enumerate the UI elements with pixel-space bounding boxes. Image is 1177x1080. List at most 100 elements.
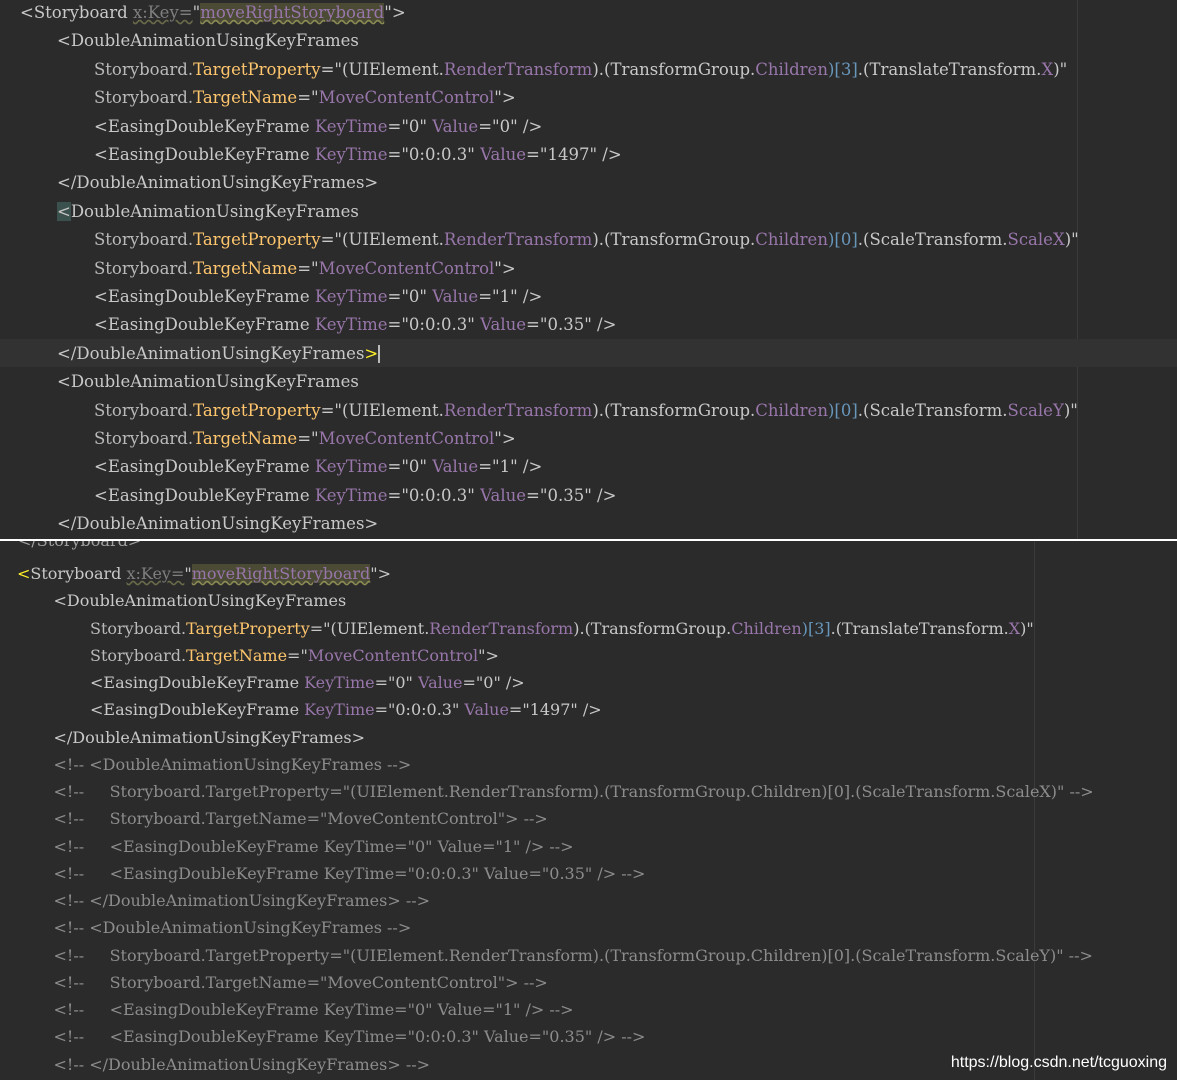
code-line[interactable]: <EasingDoubleKeyFrame KeyTime="0" Value=…	[94, 287, 542, 307]
code-line[interactable]: <EasingDoubleKeyFrame KeyTime="0" Value=…	[94, 457, 542, 477]
code-token: KeyTime	[314, 116, 388, 136]
code-token: KeyTime	[304, 700, 375, 720]
code-token: </DoubleAnimationUsingKeyFrames>	[53, 727, 366, 747]
code-line[interactable]: <!-- <DoubleAnimationUsingKeyFrames -->	[54, 755, 412, 775]
code-token: <DoubleAnimationUsingKeyFrames	[53, 591, 347, 611]
code-token: X	[1041, 59, 1054, 79]
code-token: Storyboard.	[90, 645, 187, 665]
code-line[interactable]: <EasingDoubleKeyFrame KeyTime="0:0:0.3" …	[90, 700, 602, 720]
code-line[interactable]: <DoubleAnimationUsingKeyFrames	[57, 372, 359, 392]
code-token: ">	[370, 564, 391, 583]
code-line[interactable]: <!-- </DoubleAnimationUsingKeyFrames> --…	[54, 1055, 431, 1075]
code-token: ="0:0:0.3"	[387, 315, 481, 335]
watermark: https://blog.csdn.net/tcguoxing	[950, 1054, 1167, 1071]
code-line[interactable]: </DoubleAnimationUsingKeyFrames>	[57, 343, 381, 364]
code-token: ).(TransformGroup.	[592, 230, 756, 250]
code-token: ="	[297, 88, 319, 108]
code-token: TargetName	[193, 88, 298, 108]
code-line[interactable]: <EasingDoubleKeyFrame KeyTime="0" Value=…	[94, 117, 542, 137]
code-token: <EasingDoubleKeyFrame	[94, 116, 315, 136]
code-token: TargetName	[186, 645, 288, 665]
code-line[interactable]: <DoubleAnimationUsingKeyFrames	[57, 31, 359, 51]
code-token: Storyboard.	[90, 618, 187, 638]
code-token: ="0" />	[478, 116, 543, 136]
code-line[interactable]: Storyboard.TargetName="MoveContentContro…	[94, 88, 516, 108]
code-token: Storyboard.	[94, 429, 194, 448]
code-line[interactable]: <!-- Storyboard.TargetProperty="(UIEleme…	[54, 946, 1093, 966]
code-token: KeyTime	[314, 145, 388, 164]
code-line[interactable]: Storyboard.TargetName="MoveContentContro…	[90, 646, 499, 666]
code-token: KeyTime	[314, 485, 388, 505]
code-line[interactable]: <!-- <DoubleAnimationUsingKeyFrames -->	[54, 918, 412, 938]
code-token: Children	[755, 400, 828, 420]
code-token: KeyTime	[314, 315, 388, 335]
code-token: TargetName	[193, 258, 298, 278]
code-line[interactable]: <EasingDoubleKeyFrame KeyTime="0:0:0.3" …	[94, 315, 616, 335]
code-token: )[0]	[827, 230, 858, 250]
code-token: <EasingDoubleKeyFrame	[90, 700, 305, 720]
code-line[interactable]: <!-- <EasingDoubleKeyFrame KeyTime="0:0:…	[54, 1027, 646, 1047]
code-token: Value	[418, 673, 463, 692]
code-token: ="(UIElement.	[320, 230, 444, 250]
code-token: moveRightStoryboard	[191, 564, 371, 583]
code-token: <!-- Storyboard.TargetName="MoveContentC…	[53, 809, 548, 829]
code-line[interactable]: <Storyboard x:Key="moveRightStoryboard">	[20, 3, 406, 23]
code-token: ">	[384, 3, 406, 22]
code-line[interactable]: <!-- <EasingDoubleKeyFrame KeyTime="0:0:…	[54, 864, 646, 884]
code-line[interactable]: Storyboard.TargetProperty="(UIElement.Re…	[94, 60, 1067, 80]
code-line[interactable]: Storyboard.TargetProperty="(UIElement.Re…	[94, 230, 1079, 250]
code-token: <!-- <EasingDoubleKeyFrame KeyTime="0:0:…	[53, 1027, 646, 1047]
code-line[interactable]: Storyboard.TargetName="MoveContentContro…	[94, 429, 516, 449]
code-line[interactable]: </DoubleAnimationUsingKeyFrames>	[57, 514, 378, 534]
code-line[interactable]: <DoubleAnimationUsingKeyFrames	[54, 591, 347, 611]
code-token: Storyboard.	[94, 230, 194, 250]
code-line[interactable]: <DoubleAnimationUsingKeyFrames	[57, 201, 359, 222]
code-token: ="1" />	[478, 287, 543, 306]
code-line[interactable]: Storyboard.TargetProperty="(UIElement.Re…	[94, 401, 1078, 421]
code-token: .(ScaleTransform.	[857, 400, 1008, 420]
code-token: KeyTime	[314, 457, 388, 477]
code-token: .(TranslateTransform.	[857, 59, 1042, 79]
code-token: <	[17, 564, 31, 583]
code-token: ).(TransformGroup.	[592, 400, 756, 420]
code-token: TargetName	[193, 429, 298, 448]
code-token: X	[1008, 618, 1021, 638]
code-token: <EasingDoubleKeyFrame	[94, 145, 315, 164]
code-token: TargetProperty	[193, 59, 321, 79]
code-line[interactable]: <Storyboard x:Key="moveRightStoryboard">	[17, 564, 391, 584]
code-token: <EasingDoubleKeyFrame	[94, 485, 315, 505]
code-editor-bottom[interactable]: </Storyboard> <Storyboard x:Key="moveRig…	[0, 541, 1177, 1080]
code-line[interactable]: <!-- Storyboard.TargetName="MoveContentC…	[54, 809, 548, 829]
code-token: Storyboard.	[94, 258, 194, 278]
code-token: Value	[432, 287, 479, 306]
code-token: )[3]	[827, 59, 858, 79]
code-line[interactable]: <!-- </DoubleAnimationUsingKeyFrames> --…	[54, 891, 431, 911]
code-token: <!-- <EasingDoubleKeyFrame KeyTime="0" V…	[53, 1000, 574, 1019]
code-token: )"	[1020, 618, 1034, 638]
code-line[interactable]: <!-- Storyboard.TargetName="MoveContentC…	[54, 973, 548, 993]
code-line[interactable]: <!-- Storyboard.TargetProperty="(UIEleme…	[54, 782, 1094, 802]
code-token: ="(UIElement.	[320, 59, 444, 79]
code-token: RenderTransform	[429, 618, 574, 638]
code-token: ="	[297, 258, 319, 278]
code-line[interactable]: <!-- <EasingDoubleKeyFrame KeyTime="0" V…	[54, 1000, 574, 1020]
code-line[interactable]: <EasingDoubleKeyFrame KeyTime="0:0:0.3" …	[94, 486, 616, 506]
code-token: </DoubleAnimationUsingKeyFrames>	[57, 514, 379, 534]
code-token: ="	[297, 429, 319, 448]
code-token: ="0:0:0.3"	[387, 145, 481, 164]
code-line[interactable]: <EasingDoubleKeyFrame KeyTime="0" Value=…	[90, 673, 525, 693]
code-line[interactable]: Storyboard.TargetName="MoveContentContro…	[94, 259, 516, 279]
code-token: <EasingDoubleKeyFrame	[90, 673, 305, 692]
code-editor-top[interactable]: <Storyboard x:Key="moveRightStoryboard">…	[0, 0, 1177, 539]
code-line[interactable]: </DoubleAnimationUsingKeyFrames>	[54, 728, 366, 748]
text-caret	[378, 345, 381, 364]
code-token: )[0]	[827, 400, 858, 420]
code-token: >	[364, 343, 379, 363]
code-line[interactable]: Storyboard.TargetProperty="(UIElement.Re…	[90, 619, 1034, 639]
code-token: ="(UIElement.	[320, 400, 444, 420]
code-token: ="0"	[374, 673, 418, 692]
code-line[interactable]: </DoubleAnimationUsingKeyFrames>	[57, 173, 378, 193]
code-line[interactable]: <EasingDoubleKeyFrame KeyTime="0:0:0.3" …	[94, 145, 622, 165]
code-line[interactable]: <!-- <EasingDoubleKeyFrame KeyTime="0" V…	[54, 837, 574, 857]
code-token: </DoubleAnimationUsingKeyFrames	[57, 343, 365, 363]
